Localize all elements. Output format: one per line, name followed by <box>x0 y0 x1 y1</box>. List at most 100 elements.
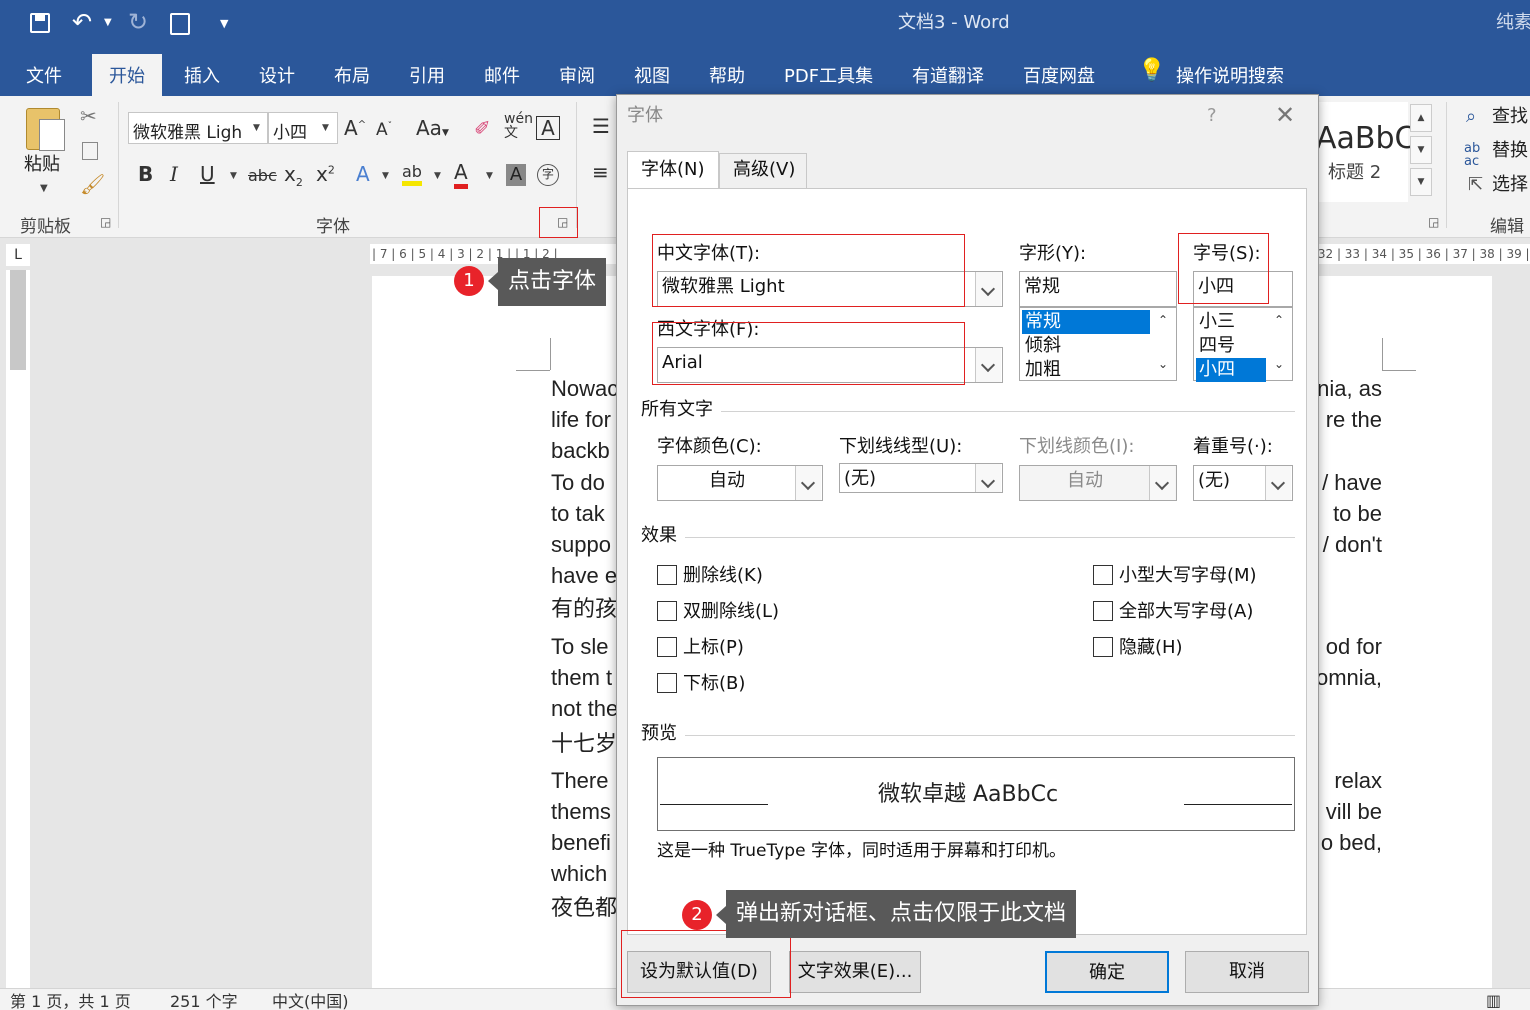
document-line-right[interactable]: omnia, <box>1316 667 1382 689</box>
document-line-left[interactable]: 有的孩 <box>551 598 617 620</box>
western-font-dropdown-icon[interactable] <box>975 348 1001 382</box>
double-strikethrough-checkbox[interactable] <box>657 601 677 621</box>
font-size-option[interactable]: 四号 <box>1196 334 1238 358</box>
strikethrough-label[interactable]: 删除线(K) <box>683 567 763 585</box>
font-style-scroll-up[interactable]: ⌃ <box>1158 314 1168 326</box>
tab-mailings[interactable]: 邮件 <box>484 62 520 88</box>
style-more-icon[interactable]: ▼ <box>1410 168 1432 196</box>
document-line-left[interactable]: To sle <box>551 636 608 658</box>
ok-button[interactable]: 确定 <box>1045 951 1169 993</box>
tab-pdf-tools[interactable]: PDF工具集 <box>784 62 873 88</box>
all-caps-label[interactable]: 全部大写字母(A) <box>1119 603 1253 621</box>
change-case-icon[interactable]: Aa▼ <box>416 116 449 140</box>
language[interactable]: 中文(中国) <box>272 994 349 1010</box>
strikethrough-icon[interactable]: abc <box>248 166 277 185</box>
tab-home[interactable]: 开始 <box>109 62 145 88</box>
document-line-left[interactable]: Nowac <box>551 378 618 400</box>
phonetic-guide-icon[interactable]: wén 文 <box>504 112 533 140</box>
align-left-icon[interactable]: ≡ <box>592 162 609 182</box>
all-caps-checkbox[interactable] <box>1093 601 1113 621</box>
small-caps-checkbox[interactable] <box>1093 565 1113 585</box>
document-line-right[interactable]: relax <box>1334 770 1382 792</box>
font-name-dropdown-icon[interactable]: ▼ <box>253 124 260 133</box>
hidden-label[interactable]: 隐藏(H) <box>1119 639 1183 657</box>
document-line-left[interactable]: benefi <box>551 832 611 854</box>
document-line-left[interactable]: which <box>551 863 607 885</box>
clear-formatting-icon[interactable]: ✐ <box>474 116 491 140</box>
document-line-left[interactable]: have e <box>551 565 617 587</box>
paste-icon[interactable] <box>26 108 65 151</box>
font-style-scroll-down[interactable]: ⌄ <box>1158 358 1168 370</box>
style-scroll-down[interactable]: ▼ <box>1410 136 1432 164</box>
copy-icon[interactable] <box>82 142 98 160</box>
tab-youdao[interactable]: 有道翻译 <box>912 62 984 88</box>
document-line-left[interactable]: life for <box>551 409 611 431</box>
text-effects-button[interactable]: 文字效果(E)... <box>789 951 921 993</box>
superscript-label[interactable]: 上标(P) <box>683 639 744 657</box>
clipboard-launcher-icon[interactable]: ◲ <box>100 216 111 228</box>
enclose-characters-icon[interactable]: 字 <box>537 164 559 186</box>
text-effects-icon[interactable]: A <box>356 162 370 186</box>
small-caps-label[interactable]: 小型大写字母(M) <box>1119 567 1257 585</box>
font-size-option[interactable]: 小四 <box>1196 358 1266 382</box>
save-icon[interactable] <box>30 13 50 33</box>
superscript-checkbox[interactable] <box>657 637 677 657</box>
tab-design[interactable]: 设计 <box>259 62 295 88</box>
text-effects-dropdown-icon[interactable]: ▼ <box>382 172 389 181</box>
cancel-button[interactable]: 取消 <box>1185 951 1309 993</box>
tab-insert[interactable]: 插入 <box>184 62 220 88</box>
font-size-scroll-up[interactable]: ⌃ <box>1274 314 1284 326</box>
document-line-right[interactable]: re the <box>1326 409 1382 431</box>
close-icon[interactable]: ✕ <box>1275 103 1295 127</box>
document-line-left[interactable]: them t <box>551 667 612 689</box>
superscript-icon[interactable]: x2 <box>316 162 335 186</box>
bold-icon[interactable]: B <box>138 162 153 186</box>
font-style-option[interactable]: 常规 <box>1022 310 1150 334</box>
vertical-ruler[interactable] <box>6 270 30 988</box>
select-button[interactable]: 选择 <box>1492 176 1528 194</box>
double-strikethrough-label[interactable]: 双删除线(L) <box>683 603 779 621</box>
underline-style-dropdown-icon[interactable] <box>975 464 1001 492</box>
document-line-right[interactable]: / don't <box>1323 534 1382 556</box>
font-size-list[interactable]: 小三 四号 小四 ⌃ ⌄ <box>1193 307 1293 382</box>
help-button[interactable]: ? <box>1207 107 1217 125</box>
font-style-option[interactable]: 加粗 <box>1022 358 1064 382</box>
replace-icon[interactable]: ab ac <box>1464 142 1480 168</box>
read-mode-icon[interactable]: ▥ <box>1486 993 1501 1009</box>
font-color-dropdown-icon[interactable]: ▼ <box>486 172 493 181</box>
font-size-dropdown-icon[interactable]: ▼ <box>322 124 329 133</box>
document-line-right[interactable]: / have <box>1322 472 1382 494</box>
document-line-right[interactable]: nia, as <box>1317 378 1382 400</box>
character-shading-icon[interactable]: A <box>506 164 526 186</box>
select-icon[interactable]: ⇱ <box>1468 176 1483 194</box>
style-name[interactable]: 标题 2 <box>1328 164 1381 182</box>
find-icon[interactable]: ⌕ <box>1466 108 1476 126</box>
font-size-scroll-down[interactable]: ⌄ <box>1274 358 1284 370</box>
tab-review[interactable]: 审阅 <box>559 62 595 88</box>
font-style-option[interactable]: 倾斜 <box>1022 334 1064 358</box>
italic-icon[interactable]: I <box>170 162 178 186</box>
tab-references[interactable]: 引用 <box>409 62 445 88</box>
document-line-left[interactable]: suppo <box>551 534 611 556</box>
document-line-right[interactable]: vill be <box>1326 801 1382 823</box>
replace-button[interactable]: 替换 <box>1492 142 1528 160</box>
underline-icon[interactable]: U <box>200 162 215 186</box>
tab-baidu[interactable]: 百度网盘 <box>1023 62 1095 88</box>
undo-icon[interactable]: ↶ <box>72 10 92 34</box>
style-scroll-up[interactable]: ▲ <box>1410 104 1432 132</box>
document-line-right[interactable]: o bed, <box>1321 832 1382 854</box>
tab-file[interactable]: 文件 <box>26 62 62 88</box>
document-line-right[interactable]: od for <box>1326 636 1382 658</box>
redo-icon[interactable]: ↻ <box>128 10 148 34</box>
subscript-icon[interactable]: x2 <box>284 162 303 189</box>
font-style-input[interactable]: 常规 <box>1019 271 1177 307</box>
tab-layout[interactable]: 布局 <box>334 62 370 88</box>
tab-font[interactable]: 字体(N) <box>641 161 705 179</box>
emphasis-mark-dropdown-icon[interactable] <box>1265 466 1291 500</box>
document-line-left[interactable]: 十七岁 <box>551 733 617 755</box>
user-name[interactable]: 纯素 <box>1496 14 1530 32</box>
hidden-checkbox[interactable] <box>1093 637 1113 657</box>
bullets-icon[interactable]: ☰ <box>592 116 610 136</box>
customize-toolbar-icon[interactable]: ▼ <box>220 18 228 29</box>
cut-icon[interactable]: ✂ <box>80 106 97 126</box>
